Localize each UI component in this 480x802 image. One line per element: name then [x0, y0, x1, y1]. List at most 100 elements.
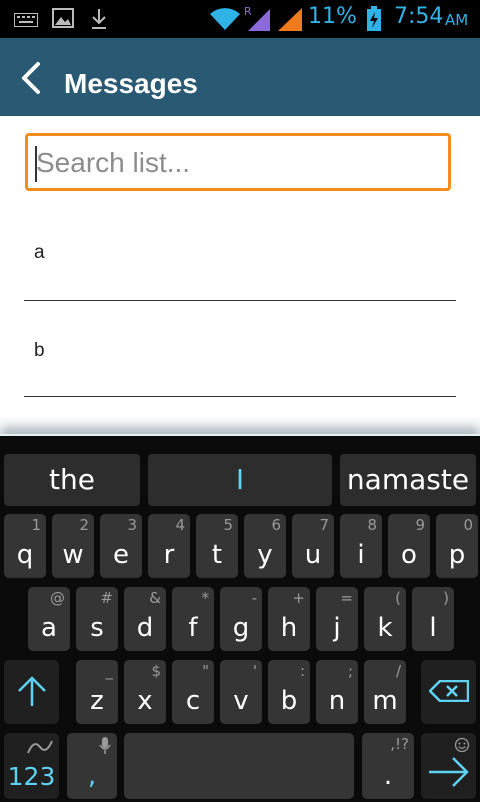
enter-key[interactable]	[421, 733, 476, 799]
key-hint: 8	[367, 516, 377, 534]
key-label: i	[357, 540, 365, 570]
microphone-icon	[99, 737, 111, 754]
key-w[interactable]: 2w	[52, 514, 94, 578]
suggestion-right[interactable]: namaste	[340, 454, 476, 506]
key-hint: /	[395, 662, 401, 680]
key-label: n	[328, 686, 346, 716]
key-a[interactable]: @ a	[28, 587, 70, 651]
key-label: w	[62, 540, 84, 570]
key-label: q	[16, 540, 34, 570]
key-hint: 0	[463, 516, 473, 534]
key-hint: $	[151, 662, 161, 680]
list-item[interactable]: b	[24, 300, 456, 397]
space-key[interactable]	[124, 733, 354, 799]
key-t[interactable]: 5t	[196, 514, 238, 578]
list-item[interactable]: a	[24, 204, 456, 301]
keyboard-icon	[14, 12, 38, 31]
key-hint: 3	[127, 516, 137, 534]
key-y[interactable]: 6y	[244, 514, 286, 578]
key-label: l	[429, 613, 437, 643]
key-x[interactable]: $ x	[124, 660, 166, 724]
page-title: Messages	[64, 68, 198, 99]
key-label: j	[333, 613, 341, 643]
key-hint: #	[100, 589, 113, 607]
key-hint: +	[292, 589, 305, 607]
key-z[interactable]: _ z	[76, 660, 118, 724]
list-item[interactable]: c	[24, 396, 456, 457]
key-hint: =	[340, 589, 353, 607]
key-hint: &	[149, 589, 161, 607]
key-h[interactable]: + h	[268, 587, 310, 651]
key-label: z	[90, 686, 104, 716]
key-hint: ;	[347, 662, 353, 680]
status-bar: R 11% 7:54 AM	[0, 0, 480, 38]
key-r[interactable]: 4r	[148, 514, 190, 578]
key-k[interactable]: (k	[364, 587, 406, 651]
key-label: e	[113, 540, 129, 570]
key-p[interactable]: 0p	[436, 514, 478, 578]
key-label: v	[233, 686, 249, 716]
image-icon	[52, 8, 74, 32]
period-key-hint: ,!?	[390, 735, 409, 753]
key-i[interactable]: 8i	[340, 514, 382, 578]
backspace-key[interactable]	[421, 660, 476, 724]
key-hint: 6	[271, 516, 281, 534]
key-label: b	[280, 686, 298, 716]
search-input[interactable]	[36, 142, 436, 184]
key-n[interactable]: ; n	[316, 660, 358, 724]
download-icon	[90, 8, 108, 34]
key-label: d	[136, 613, 154, 643]
signal-icon	[276, 6, 304, 36]
suggestion-left[interactable]: the	[4, 454, 140, 506]
key-f[interactable]: * f	[172, 587, 214, 651]
key-hint: 2	[79, 516, 89, 534]
key-hint: (	[395, 589, 401, 607]
period-key[interactable]: ,!? .	[362, 733, 414, 799]
key-j[interactable]: = j	[316, 587, 358, 651]
key-hint: "	[202, 662, 209, 680]
key-g[interactable]: -g	[220, 587, 262, 651]
key-q[interactable]: 1q	[4, 514, 46, 578]
shift-arrow-icon	[18, 676, 46, 706]
key-l[interactable]: ) l	[412, 587, 454, 651]
key-hint: '	[252, 662, 257, 680]
suggestion-middle[interactable]: I	[148, 454, 332, 506]
key-label: p	[448, 540, 466, 570]
wifi-icon	[208, 6, 242, 36]
clock-ampm: AM	[445, 11, 469, 29]
battery-charging-icon	[366, 6, 382, 36]
shift-key[interactable]	[4, 660, 59, 724]
comma-key-label: ,	[87, 761, 97, 791]
back-button[interactable]	[10, 56, 54, 100]
clock-time: 7:54	[394, 4, 444, 29]
key-d[interactable]: & d	[124, 587, 166, 651]
list-item-label: a	[34, 242, 45, 263]
key-label: c	[185, 686, 201, 716]
key-b[interactable]: :b	[268, 660, 310, 724]
key-v[interactable]: ' v	[220, 660, 262, 724]
numbers-key[interactable]: 123	[4, 733, 59, 799]
key-label: u	[304, 540, 322, 570]
key-hint: -	[251, 589, 257, 607]
comma-key[interactable]: ,	[67, 733, 117, 799]
key-label: f	[188, 613, 198, 643]
svg-text:R: R	[244, 5, 252, 18]
signal-r-icon: R	[244, 4, 272, 36]
key-label: x	[137, 686, 153, 716]
key-s[interactable]: # s	[76, 587, 118, 651]
key-o[interactable]: 9o	[388, 514, 430, 578]
swype-logo-icon	[27, 740, 53, 754]
key-label: h	[280, 613, 298, 643]
search-box[interactable]	[25, 133, 451, 191]
key-label: r	[163, 540, 175, 570]
numbers-key-label: 123	[7, 762, 56, 791]
key-label: a	[41, 613, 57, 643]
key-e[interactable]: 3e	[100, 514, 142, 578]
key-u[interactable]: 7u	[292, 514, 334, 578]
key-c[interactable]: " c	[172, 660, 214, 724]
chevron-left-icon	[22, 62, 40, 94]
emoji-icon	[454, 737, 470, 753]
keyboard: the I namaste 123 , ,!? . 1q2w3e4r5t6y7u…	[0, 434, 480, 802]
key-m[interactable]: / m	[364, 660, 406, 724]
key-hint: 5	[223, 516, 233, 534]
